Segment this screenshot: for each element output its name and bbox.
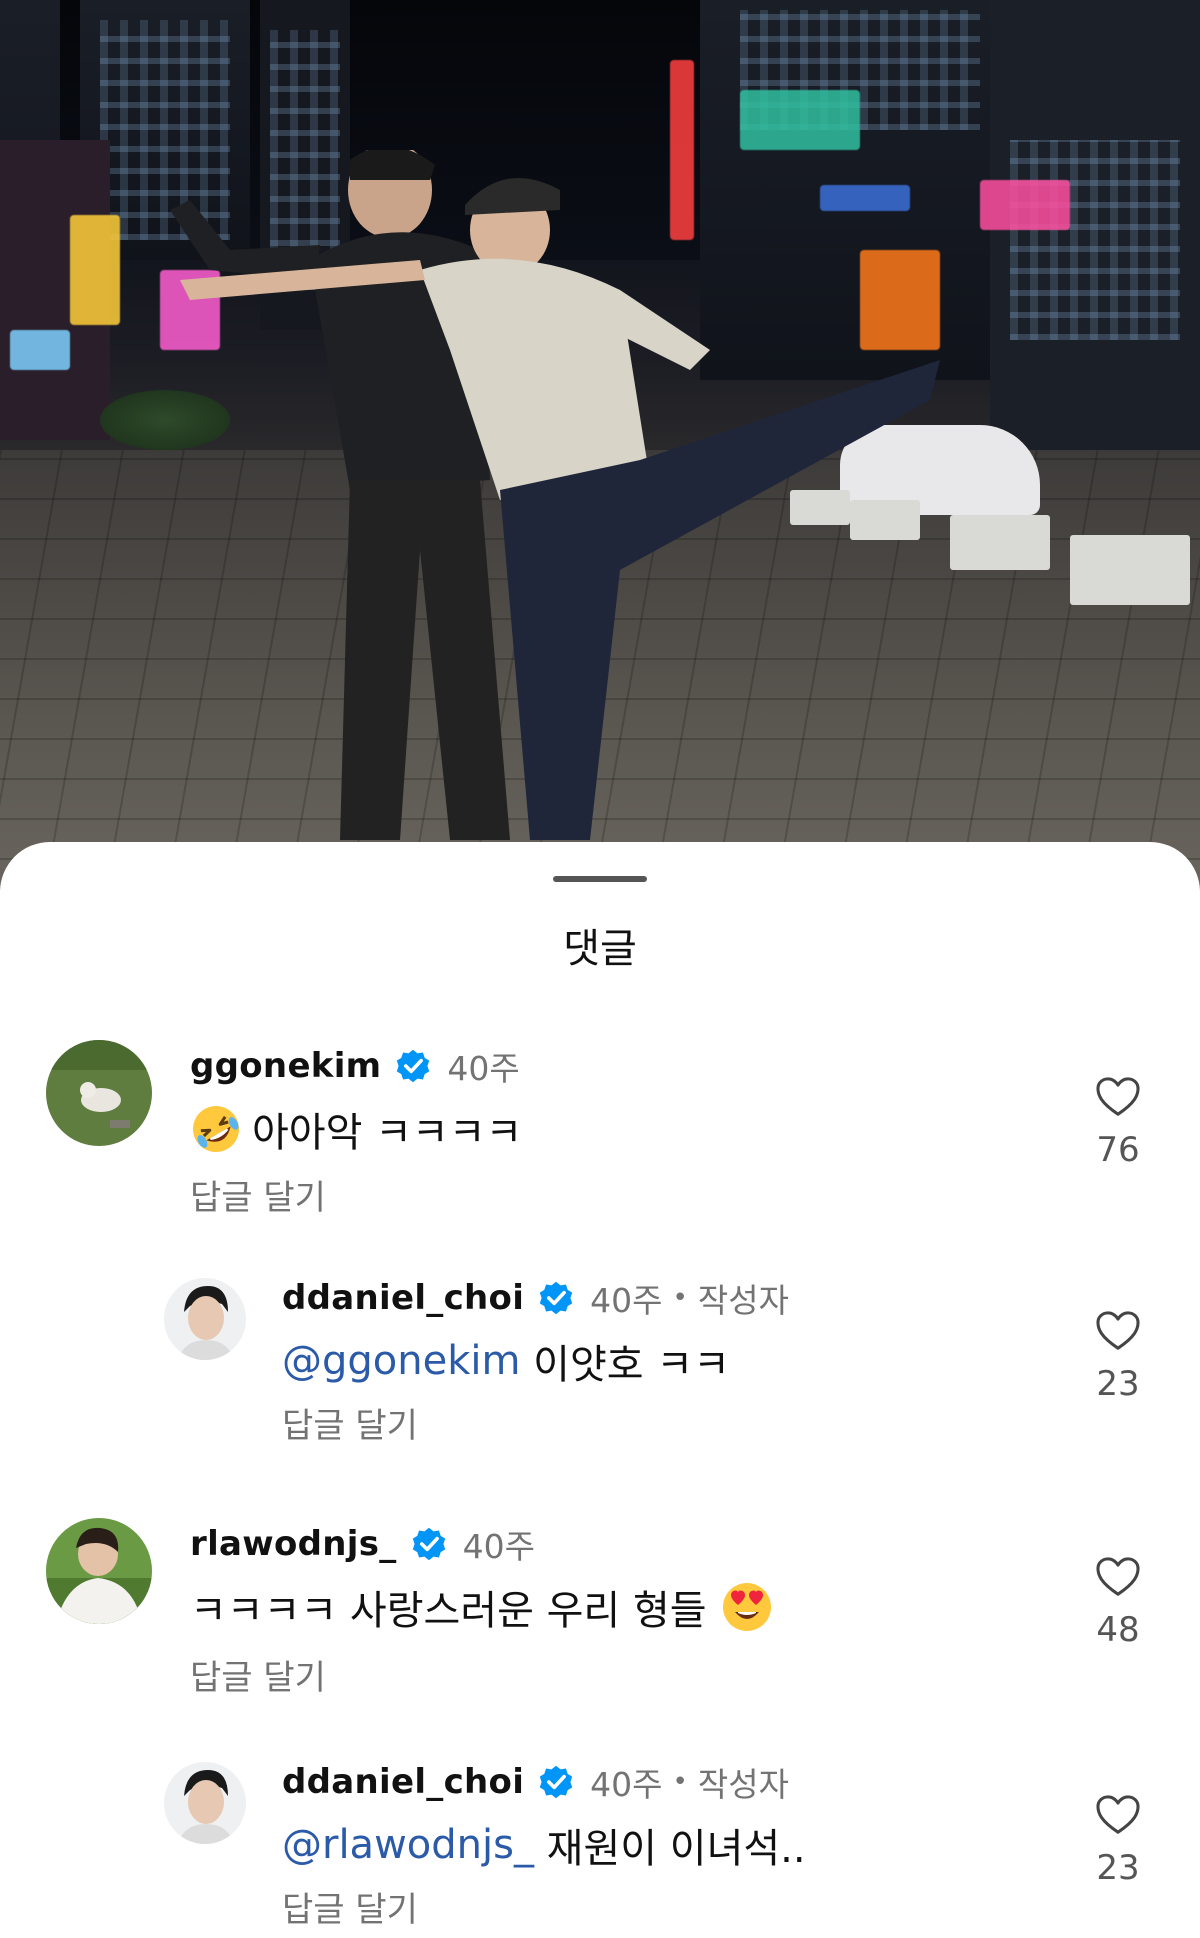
comment-time: 40주	[590, 1281, 663, 1320]
neon-sign	[70, 215, 120, 325]
verified-badge-icon	[539, 1765, 573, 1799]
heart-eyes-icon	[722, 1583, 771, 1631]
avatar[interactable]	[46, 1518, 152, 1624]
mention-link[interactable]: @rlawodnjs_	[282, 1822, 534, 1868]
comment-username[interactable]: ddaniel_choi	[282, 1278, 524, 1318]
heart-outline-icon[interactable]	[1095, 1310, 1141, 1352]
like-count: 23	[1096, 1848, 1140, 1888]
comment-time: 40주	[447, 1049, 520, 1088]
separator-dot: •	[672, 1767, 688, 1797]
neon-sign	[740, 90, 860, 150]
like-button[interactable]: 23	[1078, 1310, 1158, 1404]
like-button[interactable]: 23	[1078, 1794, 1158, 1888]
reply-button[interactable]: 답글 달기	[190, 1650, 326, 1699]
reply-button[interactable]: 답글 달기	[282, 1398, 418, 1447]
avatar[interactable]	[164, 1762, 246, 1844]
like-count: 23	[1096, 1364, 1140, 1404]
comment-text: 아아악 ㅋㅋㅋㅋ	[252, 1110, 523, 1156]
author-tag: 작성자	[697, 1765, 789, 1804]
drag-handle[interactable]	[553, 876, 647, 882]
comment-time: 40주	[590, 1765, 663, 1804]
comment-time: 40주	[462, 1527, 535, 1566]
heart-outline-icon[interactable]	[1095, 1076, 1141, 1118]
post-photo	[0, 0, 1200, 900]
rolling-on-floor-laughing-icon	[193, 1106, 239, 1152]
author-tag: 작성자	[697, 1281, 789, 1320]
verified-badge-icon	[412, 1527, 445, 1561]
comment-username[interactable]: rlawodnjs_	[190, 1524, 397, 1564]
like-count: 48	[1096, 1610, 1140, 1650]
verified-badge-icon	[397, 1049, 430, 1083]
avatar[interactable]	[164, 1278, 246, 1360]
heart-outline-icon[interactable]	[1095, 1794, 1141, 1836]
comment-username[interactable]: ggonekim	[190, 1046, 381, 1086]
comments-sheet: 댓글 ggonekim 40주 아아악 ㅋㅋㅋㅋ 답글 달기 76 ddanie…	[0, 842, 1200, 1938]
like-button[interactable]: 76	[1078, 1076, 1158, 1170]
sheet-title: 댓글	[563, 926, 637, 972]
reply-button[interactable]: 답글 달기	[190, 1170, 326, 1219]
comment-text: 재원이 이녀석..	[533, 1826, 806, 1872]
verified-badge-icon	[539, 1281, 573, 1315]
comment-text: 이얏호 ㅋㅋ	[520, 1342, 730, 1388]
two-men-posing	[170, 150, 940, 840]
neon-sign	[10, 330, 70, 370]
comment-text: ㅋㅋㅋㅋ 사랑스러운 우리 형들	[190, 1588, 707, 1634]
like-button[interactable]: 48	[1078, 1556, 1158, 1650]
heart-outline-icon[interactable]	[1095, 1556, 1141, 1598]
comment-username[interactable]: ddaniel_choi	[282, 1762, 524, 1802]
reply-button[interactable]: 답글 달기	[282, 1882, 418, 1931]
mention-link[interactable]: @ggonekim	[282, 1338, 520, 1384]
avatar[interactable]	[46, 1040, 152, 1146]
like-count: 76	[1096, 1130, 1140, 1170]
separator-dot: •	[672, 1283, 688, 1313]
